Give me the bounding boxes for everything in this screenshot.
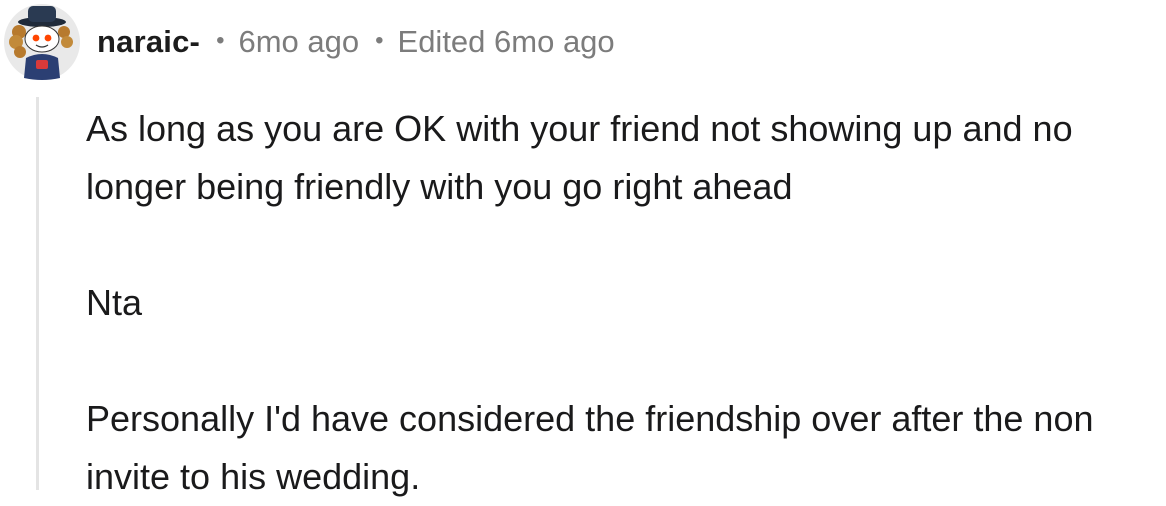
- meta-separator: •: [375, 27, 384, 54]
- username-link[interactable]: naraic-: [97, 24, 200, 60]
- snoo-avatar-icon: [4, 4, 80, 80]
- comment-paragraph: Personally I'd have considered the frien…: [86, 398, 1094, 497]
- comment-paragraph: Nta: [86, 282, 143, 323]
- comment-paragraph: As long as you are OK with your friend n…: [86, 108, 1073, 207]
- thread-line[interactable]: [36, 97, 39, 490]
- comment-meta: naraic- • 6mo ago • Edited 6mo ago: [97, 20, 615, 64]
- edited-label: Edited 6mo ago: [397, 24, 615, 59]
- meta-separator: •: [216, 27, 225, 54]
- comment: naraic- • 6mo ago • Edited 6mo ago As lo…: [0, 0, 1166, 497]
- avatar-icon[interactable]: [2, 2, 82, 82]
- comment-body: As long as you are OK with your friend n…: [86, 100, 1156, 506]
- post-timestamp: 6mo ago: [238, 24, 360, 59]
